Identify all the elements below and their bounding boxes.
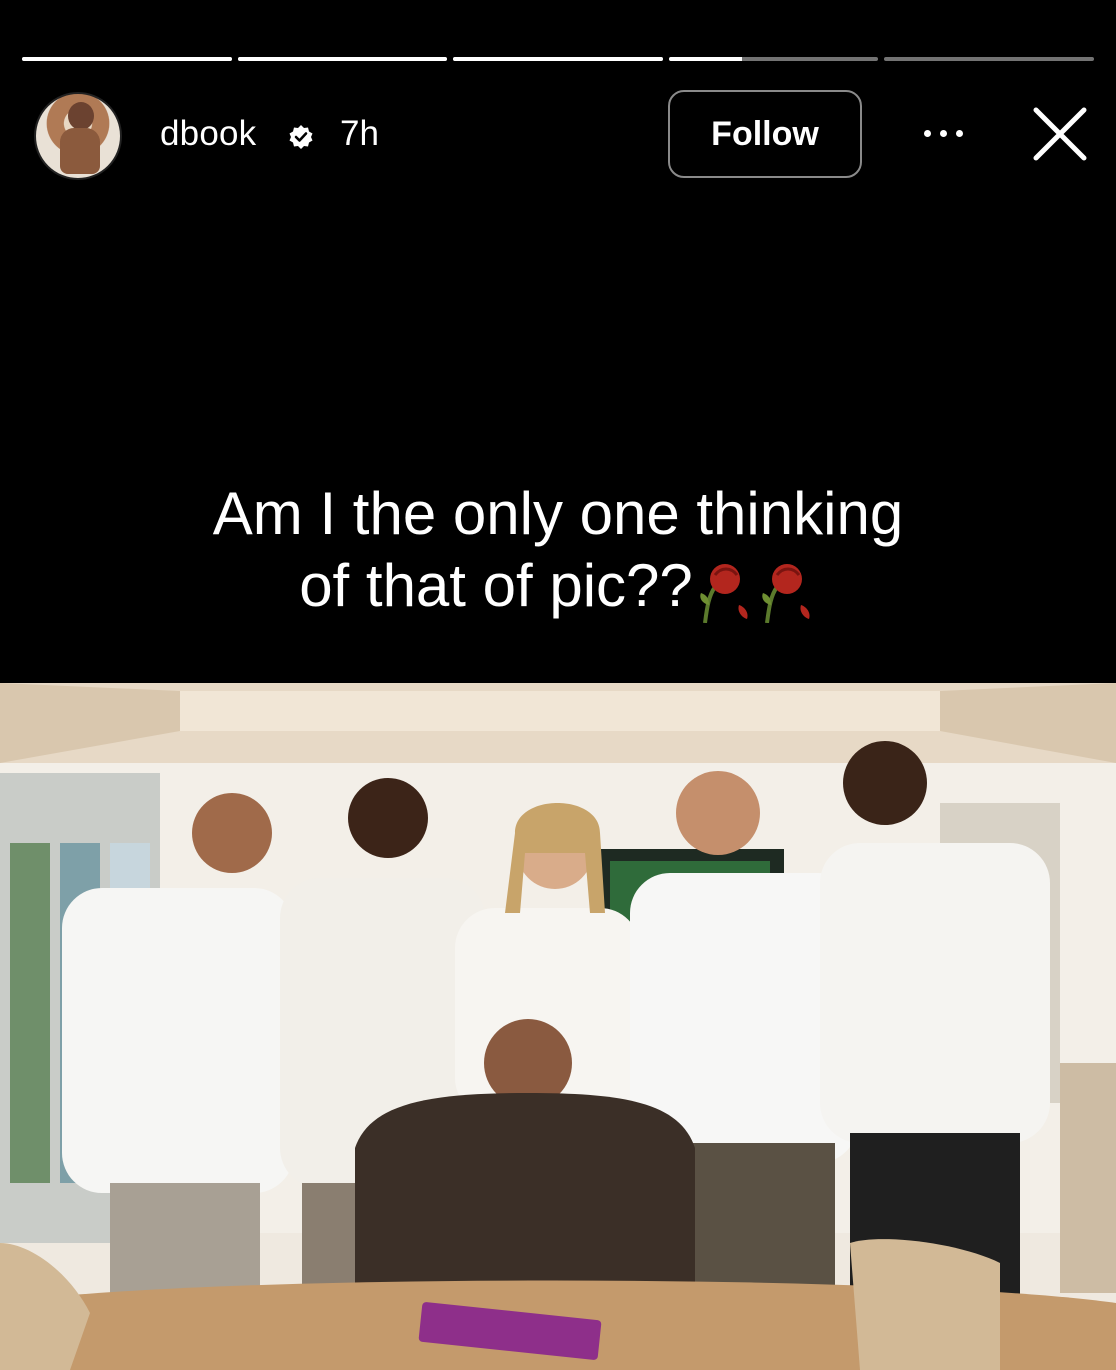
verified-badge-icon: [289, 125, 313, 149]
avatar[interactable]: [34, 92, 122, 180]
more-horizontal-icon[interactable]: [920, 118, 970, 148]
group-photo: [0, 683, 1116, 1370]
story-progress-segment-current: [668, 57, 879, 61]
username[interactable]: dbook: [160, 114, 256, 154]
wilted-rose-icon: [700, 564, 748, 624]
story-header: dbook 7h Follow: [34, 90, 1090, 180]
caption-line-2: of that of pic??: [0, 550, 1116, 624]
story-progress-segment: [237, 57, 448, 61]
story-progress-segment: [884, 57, 1094, 61]
wilted-rose-icon: [762, 564, 810, 624]
caption-line-1: Am I the only one thinking: [212, 480, 904, 547]
story-caption: Am I the only one thinking of that of pi…: [0, 478, 1116, 624]
close-icon[interactable]: [1030, 104, 1090, 164]
story-progress-segment: [453, 57, 663, 61]
story-photo[interactable]: [0, 683, 1116, 1370]
follow-button[interactable]: Follow: [668, 90, 862, 178]
story-progress-bar: [22, 57, 1094, 61]
post-time: 7h: [340, 114, 379, 153]
story-progress-segment: [22, 57, 232, 61]
caption-text: of that of pic??: [299, 552, 693, 619]
